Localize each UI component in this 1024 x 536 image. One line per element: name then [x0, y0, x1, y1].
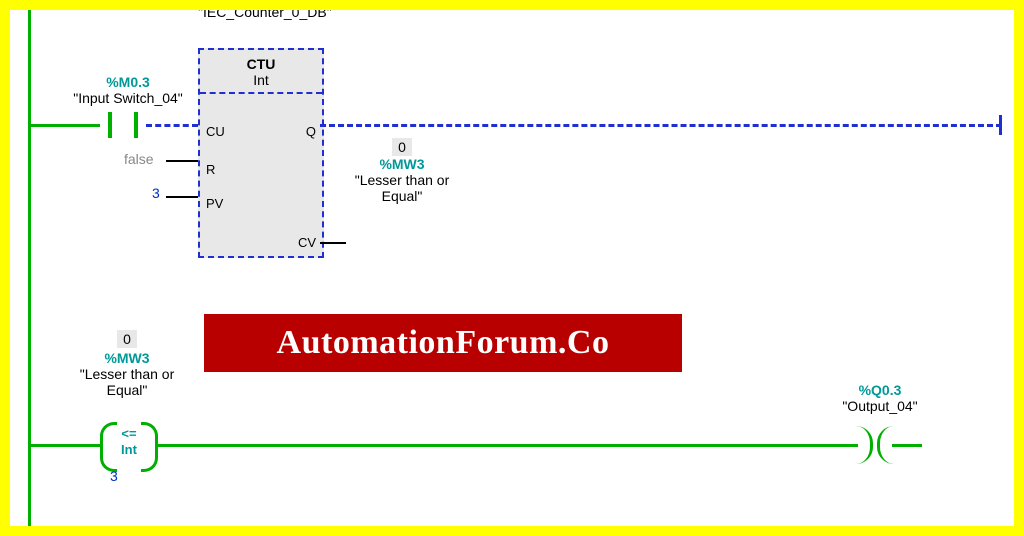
q-output-wire [320, 124, 1002, 127]
cmp-operand: 3 [110, 468, 118, 484]
wire-pv-in [166, 196, 198, 198]
rung2-rail-wire [28, 444, 100, 447]
cv-output-label-block: 0 %MW3 "Lesser than or Equal" [352, 138, 452, 204]
contact-label-block: %M0.3 "Input Switch_04" [68, 74, 188, 106]
cmp-address: %MW3 [72, 350, 182, 366]
wire-to-ctu [146, 124, 198, 127]
cv-address: %MW3 [352, 156, 452, 172]
ctu-db-label: "IEC_Counter_0_DB" [198, 4, 320, 20]
cmp-value: 0 [117, 330, 137, 348]
rung2-mid-wire [158, 444, 852, 447]
ladder-diagram-frame: "IEC_Counter_0_DB" %M0.3 "Input Switch_0… [0, 0, 1024, 536]
cv-value: 0 [392, 138, 412, 156]
ctu-dtype: Int [200, 72, 322, 88]
pin-r: R [206, 162, 215, 177]
cmp-symbol: "Lesser than or Equal" [72, 366, 182, 398]
power-rail [28, 10, 31, 526]
ctu-header: CTU Int [200, 50, 322, 94]
pin-q: Q [306, 124, 316, 139]
cv-symbol: "Lesser than or Equal" [352, 172, 452, 204]
pin-pv: PV [206, 196, 223, 211]
contact-address: %M0.3 [68, 74, 188, 90]
coil-label-block: %Q0.3 "Output_04" [820, 382, 940, 414]
watermark-banner: AutomationForum.Co [204, 314, 682, 372]
cv-output-wire [320, 242, 346, 244]
q-output-end [999, 115, 1002, 135]
contact-symbol: "Input Switch_04" [68, 90, 188, 106]
no-contact[interactable] [100, 111, 146, 139]
compare-block[interactable]: <= Int [100, 422, 158, 466]
r-value: false [124, 151, 154, 167]
pin-cu: CU [206, 124, 225, 139]
cmp-label-block: 0 %MW3 "Lesser than or Equal" [72, 330, 182, 398]
wire-r-in [166, 160, 198, 162]
pin-cv: CV [298, 235, 316, 250]
coil-symbol: "Output_04" [820, 398, 940, 414]
ctu-type: CTU [200, 56, 322, 72]
coil-address: %Q0.3 [820, 382, 940, 398]
coil-lead-right [892, 444, 922, 447]
rung1-rail-wire [28, 124, 100, 127]
ctu-block[interactable]: CTU Int CU Q R PV CV [198, 48, 324, 258]
pv-value: 3 [152, 185, 160, 201]
